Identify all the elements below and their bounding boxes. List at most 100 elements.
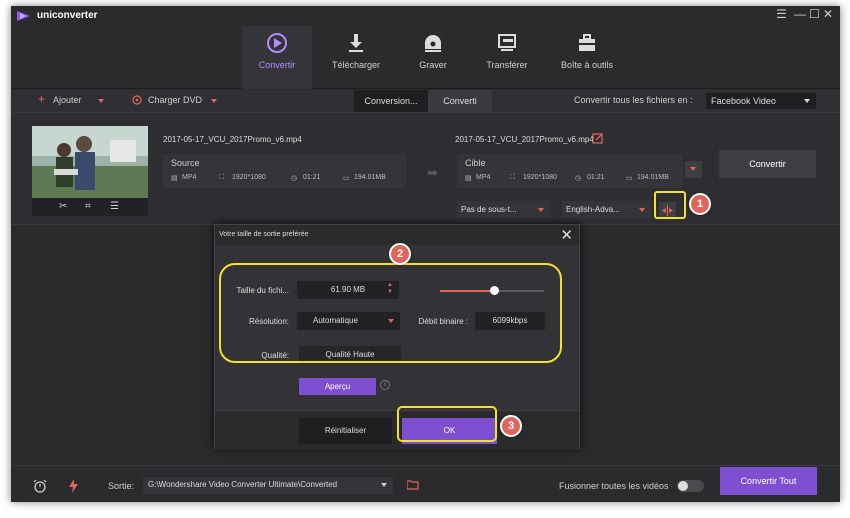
- output-path-select[interactable]: G:\Wondershare Video Converter Ultimate\…: [143, 477, 393, 494]
- output-label: Sortie:: [108, 481, 135, 491]
- source-size: 194.01MB: [354, 174, 386, 181]
- clock-icon: ◷: [291, 175, 298, 182]
- preview-button[interactable]: Aperçu: [299, 378, 376, 395]
- source-duration: 01:21: [303, 174, 321, 181]
- folder-open-icon[interactable]: [407, 480, 419, 490]
- main-nav: Convertir Télécharger Graver Transférer …: [11, 26, 840, 89]
- highlight-box-2: [219, 263, 562, 363]
- highlight-box-1: [654, 191, 686, 219]
- toolbox-icon: [579, 34, 595, 51]
- resolution-icon: ⛶: [219, 174, 224, 181]
- info-icon[interactable]: i: [380, 380, 390, 390]
- convert-all-format-value: Facebook Video: [711, 96, 776, 106]
- toggle-knob: [678, 481, 688, 491]
- title-bar: uniconverter ☰ — ☐ ✕: [11, 6, 840, 26]
- target-info-box: Cible ▤ MP4 ⛶ 1920*1080 ◷ 01:21 ▭ 194.01…: [457, 154, 683, 188]
- dialog-header: Votre taille de sortie préférée ✕: [215, 225, 579, 245]
- source-info-box: Source ▤ MP4 ⛶ 1920*1080 ◷ 01:21 ▭ 194.0…: [163, 154, 406, 188]
- transfer-icon: [498, 34, 516, 51]
- toolbar: + Ajouter Charger DVD Conversion... Conv…: [11, 90, 840, 112]
- tab-telecharger[interactable]: Télécharger: [321, 26, 391, 89]
- tab-converted[interactable]: Converti: [428, 90, 492, 112]
- tab-label: Convertir: [258, 60, 296, 70]
- dvd-caret-icon[interactable]: [211, 99, 217, 103]
- folder-icon: ▭: [343, 175, 350, 182]
- hamburger-icon[interactable]: ☰: [776, 7, 787, 21]
- clock-icon: ◷: [575, 175, 582, 182]
- source-format: MP4: [182, 174, 197, 181]
- chevron-down-icon: [639, 208, 645, 212]
- subtitle-select[interactable]: Pas de sous-t...: [457, 201, 550, 218]
- tab-label: Boîte à outils: [560, 60, 614, 70]
- dvd-icon: [132, 95, 142, 105]
- source-title: Source: [171, 158, 200, 168]
- merge-toggle[interactable]: [677, 480, 704, 492]
- close-button[interactable]: ✕: [823, 7, 833, 21]
- arrow-right-icon: ➡: [427, 165, 438, 180]
- maximize-button[interactable]: ☐: [809, 7, 820, 21]
- download-icon: [349, 34, 363, 52]
- convert-all-format-select[interactable]: Facebook Video: [706, 93, 816, 109]
- tab-label: Graver: [419, 60, 447, 70]
- add-caret-icon[interactable]: [98, 99, 104, 103]
- chevron-down-icon: [804, 99, 810, 103]
- callout-3: 3: [500, 415, 522, 437]
- target-format-dropdown[interactable]: [685, 161, 702, 178]
- tab-convertir[interactable]: Convertir: [242, 26, 312, 89]
- app-window: uniconverter ☰ — ☐ ✕ Convertir Télécharg…: [11, 6, 840, 502]
- scissors-icon[interactable]: ✂: [59, 201, 67, 212]
- merge-label: Fusionner toutes les vidéos: [559, 481, 669, 491]
- tab-graver[interactable]: Graver: [398, 26, 468, 89]
- callout-2: 2: [389, 243, 411, 265]
- tab-converting[interactable]: Conversion...: [354, 90, 428, 112]
- dialog-title: Votre taille de sortie préférée: [219, 231, 309, 238]
- close-icon[interactable]: ✕: [560, 226, 573, 244]
- chevron-down-icon: [381, 483, 387, 487]
- target-format: MP4: [476, 174, 491, 181]
- minimize-button[interactable]: —: [794, 7, 806, 21]
- chevron-down-icon: [690, 167, 696, 171]
- video-thumbnail[interactable]: [32, 126, 148, 198]
- film-icon: ▤: [171, 175, 178, 182]
- audio-value: English-Adva...: [566, 205, 620, 214]
- tab-label: Transférer: [486, 60, 528, 70]
- target-size: 194.01MB: [637, 174, 669, 181]
- target-title: Cible: [465, 158, 486, 168]
- reset-button[interactable]: Réinitialiser: [299, 418, 392, 444]
- tab-boite-a-outils[interactable]: Boîte à outils: [551, 26, 623, 89]
- resolution-icon: ⛶: [510, 174, 515, 181]
- audio-select[interactable]: English-Adva...: [562, 201, 651, 218]
- convert-icon: [267, 33, 287, 53]
- tab-label: Télécharger: [331, 60, 381, 70]
- file-row: ✂ ⌗ ☰ 2017-05-17_VCU_2017Promo_v6.mp4 So…: [11, 112, 840, 225]
- folder-icon: ▭: [626, 175, 633, 182]
- film-icon: ▤: [465, 175, 472, 182]
- subtitle-value: Pas de sous-t...: [461, 205, 517, 214]
- alarm-clock-icon[interactable]: [33, 479, 47, 493]
- adjust-icon[interactable]: ☰: [110, 201, 119, 212]
- app-name: uniconverter: [37, 10, 98, 21]
- source-file-name: 2017-05-17_VCU_2017Promo_v6.mp4: [163, 135, 302, 144]
- edit-icon[interactable]: [592, 133, 603, 144]
- add-icon[interactable]: +: [38, 92, 45, 106]
- load-dvd-button[interactable]: Charger DVD: [148, 95, 202, 105]
- callout-1: 1: [689, 193, 711, 215]
- convert-all-label: Convertir tous les fichiers en :: [574, 95, 693, 105]
- target-file-name: 2017-05-17_VCU_2017Promo_v6.mp4: [455, 135, 594, 144]
- convert-all-button[interactable]: Convertir Tout: [720, 467, 817, 495]
- target-resolution: 1920*1080: [523, 174, 557, 181]
- add-files-button[interactable]: Ajouter: [53, 95, 82, 105]
- footer-bar: Sortie: G:\Wondershare Video Converter U…: [11, 465, 840, 502]
- tab-transferer[interactable]: Transférer: [472, 26, 542, 89]
- output-path-value: G:\Wondershare Video Converter Ultimate\…: [148, 480, 338, 489]
- convert-button[interactable]: Convertir: [719, 150, 816, 178]
- crop-icon[interactable]: ⌗: [85, 201, 91, 212]
- lightning-icon[interactable]: [69, 479, 78, 493]
- source-resolution: 1920*1080: [232, 174, 266, 181]
- chevron-down-icon: [538, 208, 544, 212]
- highlight-box-3: [397, 406, 497, 442]
- burn-disc-icon: [425, 35, 441, 52]
- target-duration: 01:21: [587, 174, 605, 181]
- app-logo-icon: [17, 11, 30, 21]
- thumbnail-toolbar: ✂ ⌗ ☰: [32, 198, 148, 216]
